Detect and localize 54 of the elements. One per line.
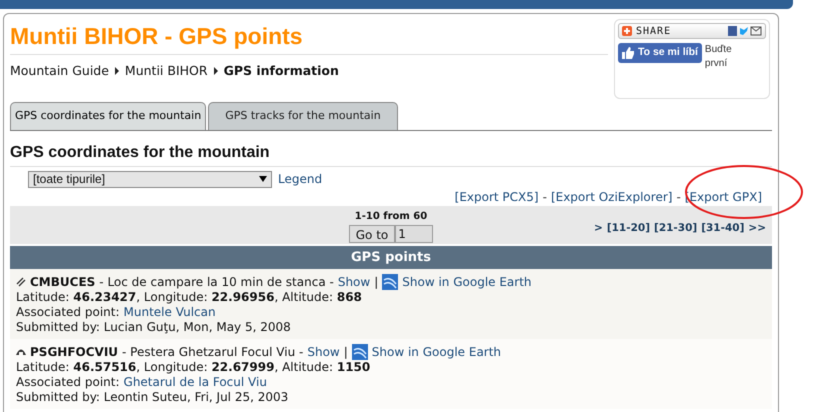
associated-point-link[interactable]: Muntele Vulcan bbox=[124, 305, 216, 320]
social-icons bbox=[728, 26, 762, 36]
page-title: Muntii BIHOR - GPS points bbox=[10, 20, 608, 55]
page-link[interactable]: >> bbox=[748, 221, 766, 237]
section-title: GPS coordinates for the mountain bbox=[10, 141, 772, 167]
dropdown-arrow-icon bbox=[259, 176, 267, 182]
associated-point-link[interactable]: Ghetarul de la Focul Viu bbox=[124, 375, 267, 390]
point-code: CMBUCES bbox=[30, 274, 96, 290]
like-note: Buďte první bbox=[704, 43, 733, 71]
page-link[interactable]: [11-20] bbox=[606, 221, 650, 237]
type-select[interactable]: [toate tipurile] bbox=[28, 170, 272, 188]
legend-link[interactable]: Legend bbox=[278, 170, 322, 188]
google-earth-link[interactable]: Show in Google Earth bbox=[402, 274, 532, 290]
coordinates: Latitude: 46.57516, Longitude: 22.67999, Altitude: 1150 bbox=[16, 360, 372, 375]
submitted-by: Submitted by: Lucian Guţu, Mon, May 5, 2008 bbox=[16, 320, 292, 335]
google-earth-icon bbox=[352, 344, 368, 360]
cave-icon bbox=[16, 347, 26, 357]
like-button[interactable]: To se mi líbí bbox=[618, 43, 702, 63]
tab[interactable]: GPS tracks for the mountain bbox=[208, 102, 398, 130]
go-to-button[interactable]: Go to bbox=[348, 225, 396, 243]
separator-text: | bbox=[374, 274, 378, 290]
point-description: - Loc de campare la 10 min de stanca - bbox=[99, 274, 334, 290]
show-link[interactable]: Show bbox=[338, 274, 370, 290]
page-link[interactable]: [31-40] bbox=[701, 221, 744, 237]
tab[interactable]: GPS coordinates for the mountain bbox=[10, 102, 206, 130]
google-earth-link[interactable]: Show in Google Earth bbox=[372, 344, 502, 360]
associated-point-label: Associated point: bbox=[16, 305, 120, 320]
thumbs-up-icon bbox=[622, 47, 634, 59]
point-code: PSGHFOCVIU bbox=[30, 344, 118, 360]
page-input[interactable]: 1 bbox=[395, 225, 434, 243]
export-link[interactable]: [Export OziExplorer] bbox=[550, 189, 672, 205]
page-range: 1-10 from 60 bbox=[354, 210, 428, 224]
list-header: GPS points bbox=[10, 246, 772, 269]
page-link[interactable]: > bbox=[594, 221, 603, 237]
share-label: SHARE bbox=[636, 24, 672, 38]
point-description: - Pestera Ghetzarul Focul Viu - bbox=[122, 344, 304, 360]
coordinates: Latitude: 46.23427, Longitude: 22.96956, Altitude: 868 bbox=[16, 290, 363, 305]
google-earth-icon bbox=[382, 274, 398, 290]
plus-icon bbox=[622, 26, 632, 36]
separator-text: - bbox=[676, 189, 681, 205]
show-link[interactable]: Show bbox=[307, 344, 340, 360]
slash-marks-icon bbox=[16, 277, 26, 287]
caret-icon bbox=[114, 67, 119, 76]
breadcrumb-link[interactable]: Mountain Guide bbox=[10, 62, 109, 81]
separator-text: | bbox=[344, 344, 348, 360]
share-button[interactable]: SHARE bbox=[618, 23, 766, 39]
associated-point-label: Associated point: bbox=[16, 375, 120, 390]
breadcrumb-current: GPS information bbox=[224, 62, 339, 80]
separator-text: - bbox=[542, 189, 547, 205]
page-link[interactable]: [21-30] bbox=[654, 221, 698, 237]
export-link[interactable]: [Export PCX5] bbox=[454, 189, 539, 205]
submitted-by: Submitted by: Leontin Suteu, Fri, Jul 25, 2003 bbox=[16, 390, 290, 405]
breadcrumb-link[interactable]: Muntii BIHOR bbox=[124, 62, 208, 81]
caret-icon bbox=[214, 67, 218, 76]
